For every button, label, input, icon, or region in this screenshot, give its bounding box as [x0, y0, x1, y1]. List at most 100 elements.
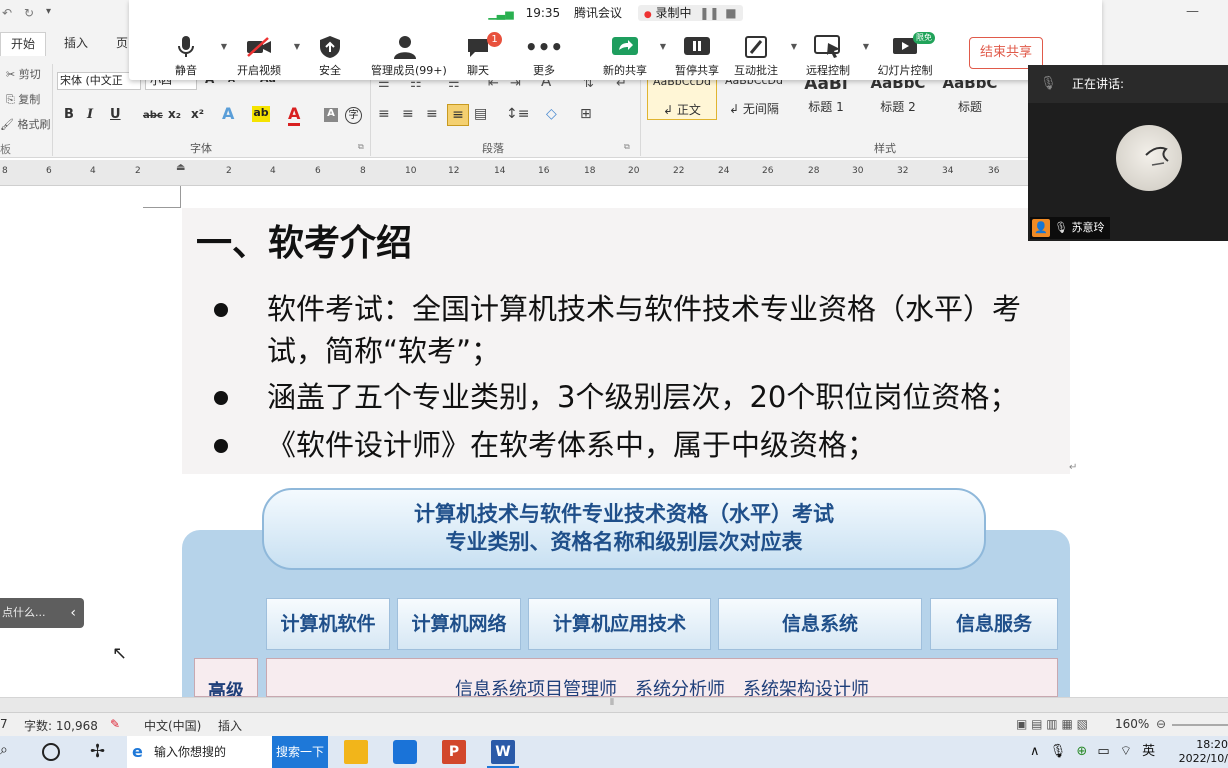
tell-me-search[interactable]: 点什么... ‹	[0, 598, 84, 628]
pause-share-button[interactable]: 暂停共享	[664, 34, 730, 78]
style-heading-2[interactable]: AaBbC 标题 2	[864, 74, 932, 120]
copy-label: 复制	[18, 93, 41, 106]
remote-control-button[interactable]: 远程控制 ▼	[795, 34, 869, 78]
remote-control-label: 远程控制	[806, 64, 850, 77]
indent-marker-icon[interactable]: ⏏	[176, 162, 185, 173]
proofing-icon[interactable]: ✎	[110, 717, 120, 731]
file-explorer-icon[interactable]	[344, 740, 368, 764]
wifi-icon[interactable]: ⌔	[1120, 744, 1132, 759]
manage-members-button[interactable]: 管理成员(99+)	[371, 34, 447, 78]
tray-expand-icon[interactable]: ∧	[1030, 744, 1040, 759]
dropdown-arrow-icon[interactable]: ▼	[863, 42, 869, 51]
new-share-button[interactable]: 新的共享 ▼	[592, 34, 666, 78]
align-left-icon[interactable]: ≡	[378, 106, 390, 122]
bullet-text: 软件考试：全国计算机技术与软件技术专业资格（水平）考试，简称“软考”；	[267, 292, 1022, 368]
style-title-label: 标题	[957, 100, 982, 114]
chat-button[interactable]: 聊天 1	[445, 32, 511, 78]
borders-icon[interactable]: ⊞	[580, 106, 592, 122]
mute-button[interactable]: 静音 ▼	[153, 34, 227, 78]
horizontal-scrollbar[interactable]: ⦀	[0, 697, 1228, 712]
more-button[interactable]: ••• 更多	[511, 34, 577, 78]
security-button[interactable]: 安全	[297, 34, 363, 78]
insert-mode[interactable]: 插入	[218, 717, 242, 734]
search-icon[interactable]: ⌕	[0, 742, 8, 758]
record-dot-icon: ●	[643, 10, 652, 20]
more-label: 更多	[533, 64, 555, 77]
font-color-icon[interactable]: A	[288, 104, 301, 126]
language-indicator[interactable]: 中文(中国)	[144, 717, 201, 734]
copy-button[interactable]: ⎘ 复制	[6, 91, 40, 107]
zoom-slider[interactable]	[1172, 724, 1228, 726]
shading-icon[interactable]: ◇	[546, 106, 557, 122]
cut-label: 剪切	[18, 68, 41, 81]
status-bar: 7 字数: 10,968 ✎ 中文(中国) 插入 ▣ ▤ ▥ ▦ ▧ 160% …	[0, 712, 1228, 736]
taskbar-search-button[interactable]: 搜索一下	[272, 736, 328, 768]
distributed-icon[interactable]: ▤	[474, 106, 487, 122]
italic-icon[interactable]: I	[87, 107, 93, 122]
signal-icon: ▁▃▅	[488, 7, 514, 20]
cortana-icon[interactable]	[42, 743, 60, 761]
powerpoint-icon[interactable]: P	[442, 740, 466, 764]
battery-icon[interactable]: ▭	[1097, 744, 1109, 759]
line-spacing-icon[interactable]: ↕≡	[506, 106, 529, 122]
justify-icon[interactable]: ≡	[447, 104, 469, 126]
redo-icon[interactable]: ↻	[24, 6, 34, 20]
subscript-icon[interactable]: x₂	[168, 107, 181, 121]
horizontal-ruler[interactable]: 8 6 4 2 2 4 6 8 10 12 14 16 18 20 22 24 26 28 30 32 34 36 ⏏	[0, 160, 1028, 186]
recording-indicator[interactable]: ● 录制中 ❚❚ ■	[637, 5, 743, 21]
bullet-dot-icon	[214, 439, 228, 453]
style-name: ↲ 正文	[663, 103, 701, 117]
zoom-out-icon[interactable]: ⊖	[1156, 717, 1166, 731]
ime-indicator[interactable]: 英	[1142, 744, 1155, 759]
chat-badge: 1	[487, 32, 502, 47]
underline-icon[interactable]: U	[110, 107, 121, 122]
tencent-meeting-icon[interactable]	[393, 740, 417, 764]
ruler-number: 10	[405, 166, 417, 176]
slide-control-button[interactable]: 幻灯片控制 限免	[871, 32, 939, 78]
stop-record-icon[interactable]: ■	[725, 6, 736, 20]
page-indicator[interactable]: 7	[0, 717, 8, 731]
superscript-icon[interactable]: x²	[191, 107, 204, 121]
style-no-spacing[interactable]: AaBbCcDd ↲ 无间隔	[720, 74, 788, 120]
pinwheel-icon[interactable]: ✢	[90, 741, 105, 762]
format-painter-button[interactable]: 🖌 格式刷	[0, 116, 50, 132]
tab-insert[interactable]: 插入	[54, 32, 98, 56]
style-heading-1[interactable]: AaBl 标题 1	[792, 74, 860, 120]
taskbar-clock[interactable]: 18:20 2022/10/	[1172, 736, 1228, 768]
microphone-icon[interactable]: 🎙	[1050, 744, 1067, 759]
ruler-number: 2	[226, 166, 232, 176]
enclose-char-icon[interactable]: 字	[345, 107, 362, 124]
cut-button[interactable]: ✂ 剪切	[6, 66, 41, 82]
align-right-icon[interactable]: ≡	[426, 106, 438, 122]
paragraph-dialog-launcher-icon[interactable]: ⧉	[624, 142, 630, 152]
tell-me-placeholder: 点什么...	[2, 606, 46, 619]
taskbar-search-input[interactable]: e 输入你想搜的	[127, 736, 272, 768]
align-center-icon[interactable]: ≡	[402, 106, 414, 122]
start-video-button[interactable]: 开启视频 ▼	[226, 34, 300, 78]
zoom-level[interactable]: 160%	[1115, 717, 1149, 731]
security-tray-icon[interactable]: ⊕	[1076, 744, 1087, 759]
char-shading-icon[interactable]: A	[324, 108, 338, 122]
quick-access-dropdown-icon[interactable]: ▾	[46, 6, 51, 17]
margin-marker	[143, 186, 181, 208]
style-title[interactable]: AaBbC 标题	[936, 74, 1004, 120]
minimize-icon[interactable]: —	[1186, 4, 1199, 19]
view-print-icon[interactable]: ▣ ▤ ▥ ▦ ▧	[1016, 717, 1088, 731]
undo-icon[interactable]: ↶	[2, 6, 12, 20]
highlight-icon[interactable]: ab	[252, 106, 270, 122]
word-icon[interactable]: W	[491, 740, 515, 764]
tab-home[interactable]: 开始	[0, 32, 47, 56]
scroll-grip-icon[interactable]: ⦀	[610, 698, 614, 708]
text-effect-icon[interactable]: A	[222, 104, 234, 123]
collapse-chevron-icon[interactable]: ‹	[70, 598, 76, 628]
annotate-button[interactable]: 互动批注 ▼	[723, 34, 797, 78]
ruler-number: 36	[988, 166, 1000, 176]
ruler-number: 20	[628, 166, 640, 176]
strikethrough-icon[interactable]: abc	[143, 110, 163, 121]
word-count[interactable]: 字数: 10,968	[24, 717, 98, 734]
pause-share-label: 暂停共享	[675, 64, 719, 77]
font-dialog-launcher-icon[interactable]: ⧉	[358, 142, 364, 152]
bold-icon[interactable]: B	[64, 107, 74, 122]
pause-record-icon[interactable]: ❚❚	[699, 6, 719, 20]
style-normal[interactable]: AaBbCcDd ↲ 正文	[647, 74, 717, 120]
